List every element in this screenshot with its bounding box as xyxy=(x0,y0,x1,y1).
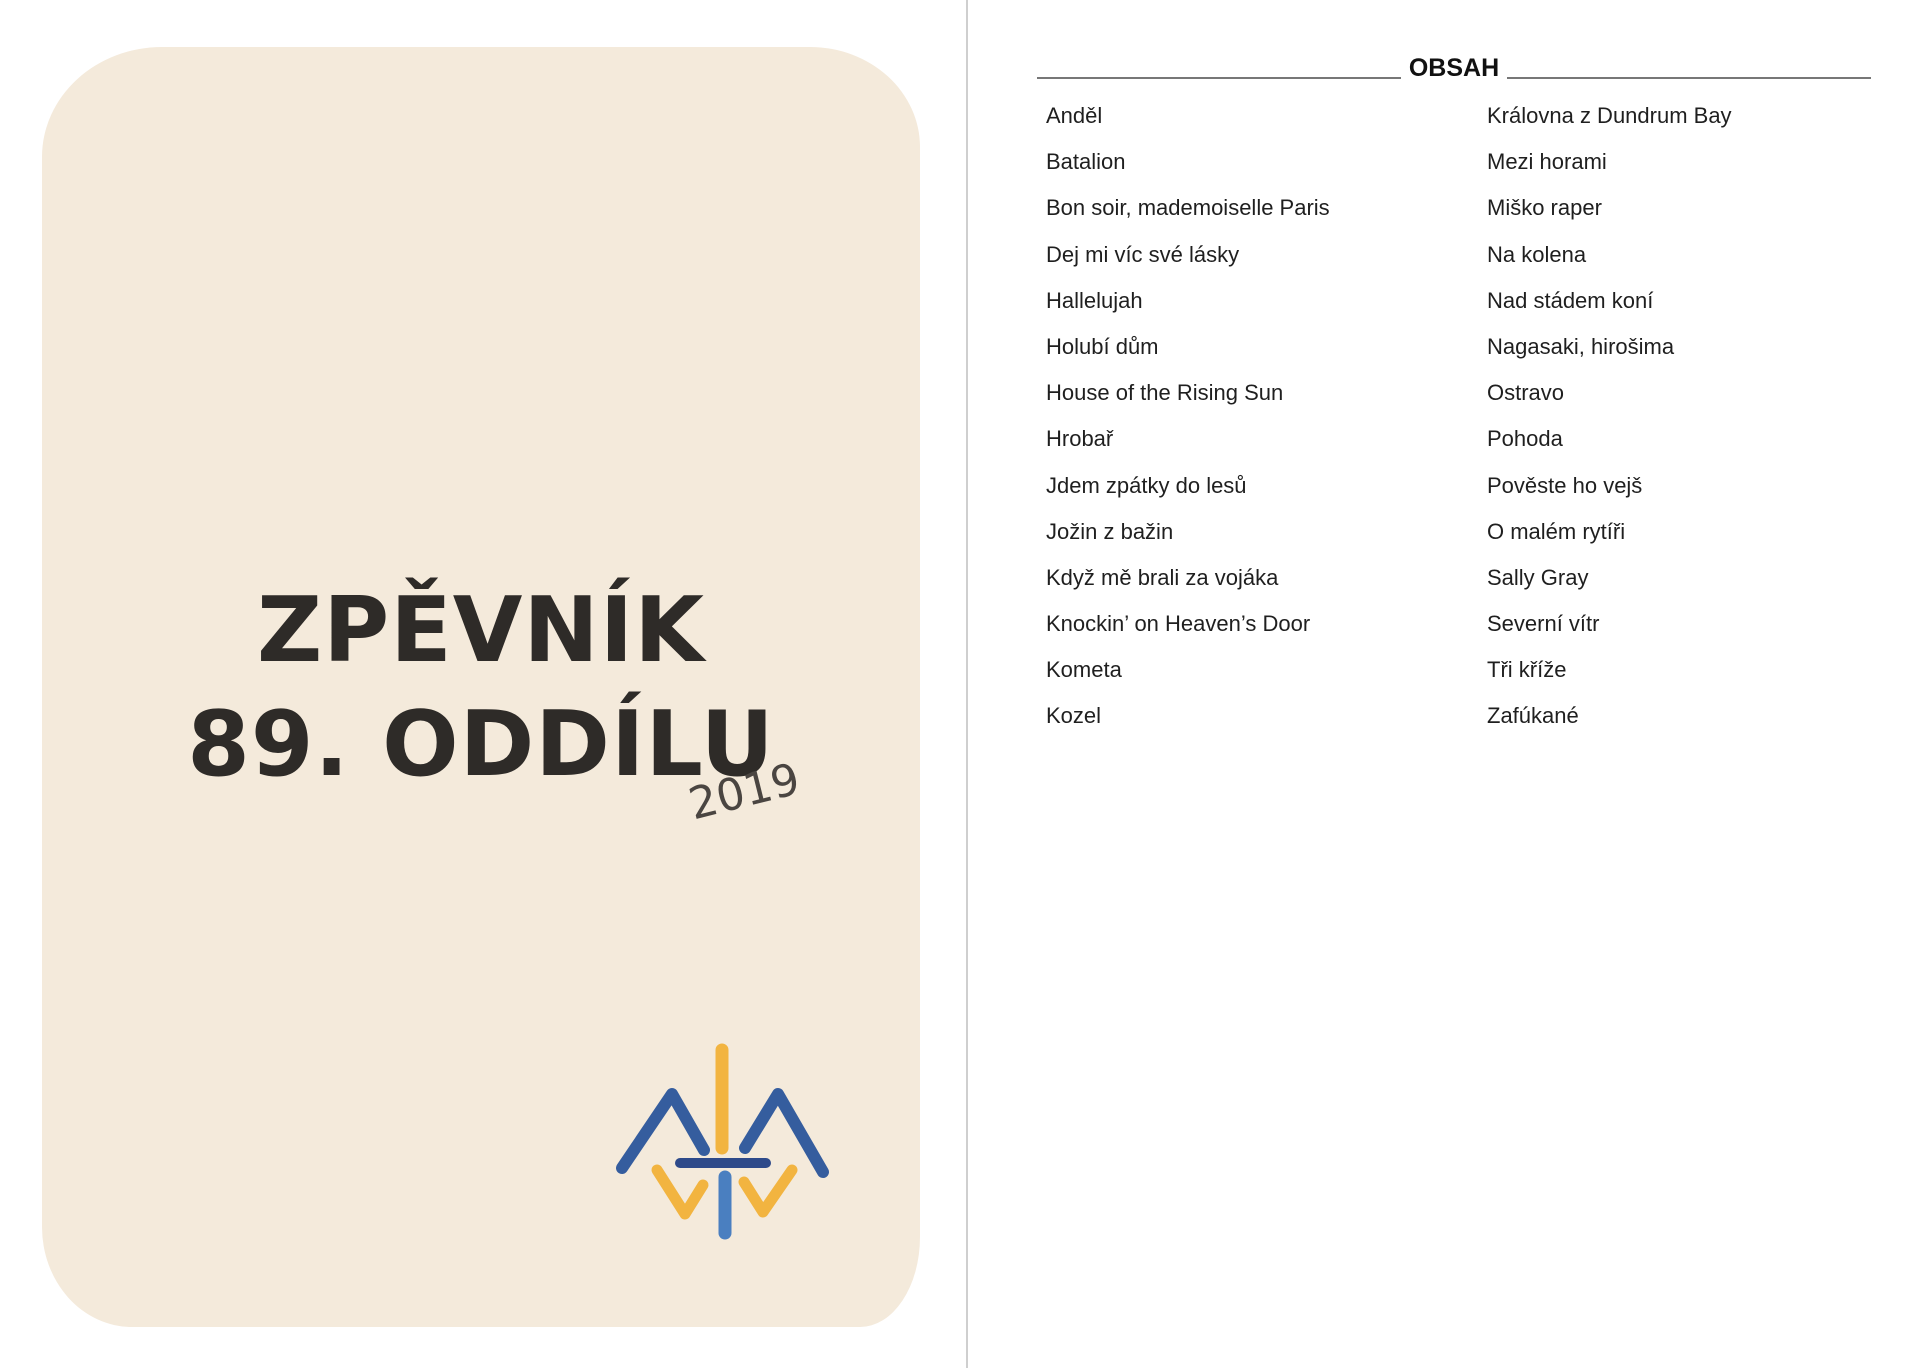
cover-title-line2: 89. ODDÍLU xyxy=(187,692,775,797)
toc-entry[interactable]: Dej mi víc své lásky xyxy=(1046,239,1330,285)
toc-entry[interactable]: Severní vítr xyxy=(1487,608,1732,654)
logo-left-chevron xyxy=(616,1088,710,1174)
toc-entry[interactable]: Sally Gray xyxy=(1487,562,1732,608)
cover-title-line1: ZPĚVNÍK xyxy=(257,578,705,683)
toc-entry[interactable]: Hallelujah xyxy=(1046,285,1330,331)
toc-entry[interactable]: Zafúkané xyxy=(1487,700,1732,746)
toc-header: OBSAH xyxy=(1037,50,1871,90)
toc-entry[interactable]: Jdem zpátky do lesů xyxy=(1046,470,1330,516)
toc-entry[interactable]: Knockin’ on Heaven’s Door xyxy=(1046,608,1330,654)
toc-entry[interactable]: Hrobař xyxy=(1046,423,1330,469)
toc-entry[interactable]: Když mě brali za vojáka xyxy=(1046,562,1330,608)
logo-right-yellow-v xyxy=(738,1164,798,1218)
toc-entry[interactable]: Holubí dům xyxy=(1046,331,1330,377)
toc-entry[interactable]: Nagasaki, hirošima xyxy=(1487,331,1732,377)
toc-entry[interactable]: Batalion xyxy=(1046,146,1330,192)
toc-entry[interactable]: Anděl xyxy=(1046,100,1330,146)
toc-entry[interactable]: Miško raper xyxy=(1487,192,1732,238)
toc-entry[interactable]: Tři kříže xyxy=(1487,654,1732,700)
toc-entry[interactable]: Na kolena xyxy=(1487,239,1732,285)
toc-entry[interactable]: Pověste ho vejš xyxy=(1487,470,1732,516)
toc-left-column: Anděl Batalion Bon soir, mademoiselle Pari… xyxy=(1046,100,1330,747)
toc-entry[interactable]: Nad stádem koní xyxy=(1487,285,1732,331)
troop-logo xyxy=(616,1043,829,1240)
toc-entry[interactable]: Mezi horami xyxy=(1487,146,1732,192)
toc-entry[interactable]: O malém rytíři xyxy=(1487,516,1732,562)
toc-entry[interactable]: Kometa xyxy=(1046,654,1330,700)
toc-entry[interactable]: Jožin z bažin xyxy=(1046,516,1330,562)
toc-entry[interactable]: Kozel xyxy=(1046,700,1330,746)
toc-entry[interactable]: Pohoda xyxy=(1487,423,1732,469)
toc-entry[interactable]: Ostravo xyxy=(1487,377,1732,423)
toc-entry[interactable]: House of the Rising Sun xyxy=(1046,377,1330,423)
toc-heading: OBSAH xyxy=(1400,54,1508,82)
toc-entry[interactable]: Královna z Dundrum Bay xyxy=(1487,100,1732,146)
toc-right-column: Královna z Dundrum Bay Mezi horami Miško r… xyxy=(1487,100,1732,747)
toc-entry[interactable]: Bon soir, mademoiselle Paris xyxy=(1046,192,1330,238)
page-divider xyxy=(966,0,968,1368)
logo-left-yellow-v xyxy=(651,1164,709,1220)
